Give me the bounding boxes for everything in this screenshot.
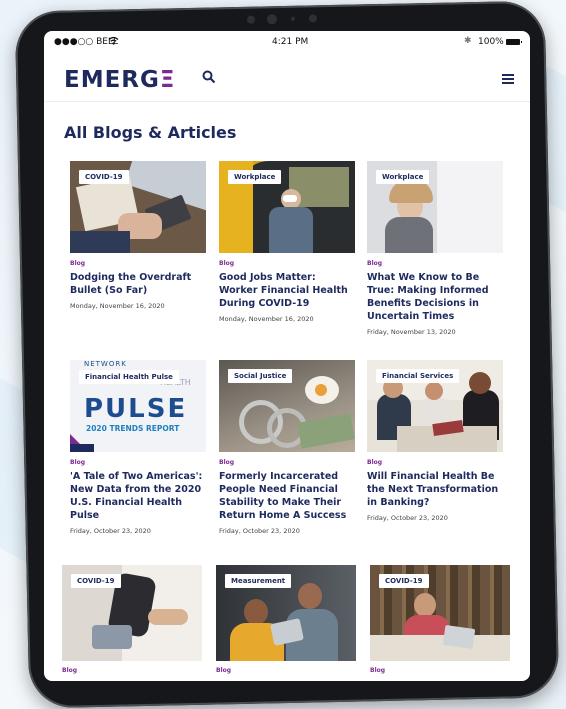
article-card[interactable]: COVID-19 Blog xyxy=(370,565,510,674)
category-tag[interactable]: COVID-19 xyxy=(71,574,121,588)
category-tag[interactable]: Financial Health Pulse xyxy=(79,370,179,384)
pulse-network-text: NETWORK xyxy=(84,360,127,368)
emerge-logo[interactable]: EMERGΞ xyxy=(64,67,175,93)
article-title[interactable]: Will Financial Health Be the Next Transf… xyxy=(367,470,503,509)
article-thumbnail[interactable]: NETWORK HEALTH PULSE 2020 TRENDS REPORT … xyxy=(70,360,206,452)
article-card[interactable]: COVID-19 Blog Dodging the Overdraft Bull… xyxy=(70,161,206,310)
tablet-screen: ●●●○○ BELL 4:21 PM ✱ 100% EMERGΞ All Blo… xyxy=(44,31,530,681)
article-title[interactable]: Good Jobs Matter: Worker Financial Healt… xyxy=(219,271,355,310)
article-thumbnail[interactable]: Social Justice xyxy=(219,360,355,452)
article-thumbnail[interactable]: Workplace xyxy=(367,161,503,253)
article-date: Friday, October 23, 2020 xyxy=(219,527,300,535)
battery-percent: 100% xyxy=(478,37,504,47)
article-date: Friday, November 13, 2020 xyxy=(367,328,456,336)
category-tag[interactable]: Workplace xyxy=(376,170,430,184)
pulse-report-text: 2020 TRENDS REPORT xyxy=(86,424,180,433)
article-title[interactable]: Dodging the Overdraft Bullet (So Far) xyxy=(70,271,206,297)
battery-icon xyxy=(506,39,522,45)
category-tag[interactable]: Financial Services xyxy=(376,369,460,383)
status-bar: ●●●○○ BELL 4:21 PM ✱ 100% xyxy=(44,31,530,53)
site-header: EMERGΞ xyxy=(44,53,530,102)
article-card[interactable]: Financial Services Blog Will Financial H… xyxy=(367,360,503,522)
article-card[interactable]: Workplace Blog Good Jobs Matter: Worker … xyxy=(219,161,355,323)
article-thumbnail[interactable]: Workplace xyxy=(219,161,355,253)
category-tag[interactable]: Workplace xyxy=(228,170,282,184)
pulse-wordmark: PULSE xyxy=(84,394,188,424)
article-card[interactable]: Measurement Blog xyxy=(216,565,356,674)
content-type-label: Blog xyxy=(367,260,383,267)
article-thumbnail[interactable]: COVID-19 xyxy=(62,565,202,661)
wifi-icon xyxy=(108,36,119,45)
content-type-label: Blog xyxy=(219,459,235,466)
article-card[interactable]: COVID-19 Blog xyxy=(62,565,202,674)
article-card[interactable]: NETWORK HEALTH PULSE 2020 TRENDS REPORT … xyxy=(70,360,206,535)
status-time: 4:21 PM xyxy=(272,37,309,47)
category-tag[interactable]: Measurement xyxy=(225,574,292,588)
page-title: All Blogs & Articles xyxy=(64,123,237,142)
article-date: Friday, October 23, 2020 xyxy=(367,514,448,522)
content-type-label: Blog xyxy=(62,667,78,674)
article-thumbnail[interactable]: Financial Services xyxy=(367,360,503,452)
category-tag[interactable]: COVID-19 xyxy=(379,574,429,588)
article-card[interactable]: Workplace Blog What We Know to Be True: … xyxy=(367,161,503,336)
content-type-label: Blog xyxy=(70,260,86,267)
article-thumbnail[interactable]: COVID-19 xyxy=(70,161,206,253)
content-type-label: Blog xyxy=(216,667,232,674)
article-title[interactable]: 'A Tale of Two Americas': New Data from … xyxy=(70,470,206,522)
category-tag[interactable]: Social Justice xyxy=(228,369,293,383)
article-thumbnail[interactable]: COVID-19 xyxy=(370,565,510,661)
camera-icon xyxy=(266,14,278,25)
search-icon[interactable] xyxy=(202,70,216,84)
article-title[interactable]: Formerly Incarcerated People Need Financ… xyxy=(219,470,355,522)
article-date: Monday, November 16, 2020 xyxy=(219,315,314,323)
article-thumbnail[interactable]: Measurement xyxy=(216,565,356,661)
content-type-label: Blog xyxy=(367,459,383,466)
content-type-label: Blog xyxy=(70,459,86,466)
camera-bar xyxy=(246,14,327,28)
bluetooth-icon: ✱ xyxy=(464,36,472,46)
article-date: Friday, October 23, 2020 xyxy=(70,527,151,535)
article-title[interactable]: What We Know to Be True: Making Informed… xyxy=(367,271,503,323)
category-tag[interactable]: COVID-19 xyxy=(79,170,129,184)
content-type-label: Blog xyxy=(370,667,386,674)
hamburger-menu-icon[interactable] xyxy=(502,74,514,84)
article-card[interactable]: Social Justice Blog Formerly Incarcerate… xyxy=(219,360,355,535)
article-date: Monday, November 16, 2020 xyxy=(70,302,165,310)
content-type-label: Blog xyxy=(219,260,235,267)
